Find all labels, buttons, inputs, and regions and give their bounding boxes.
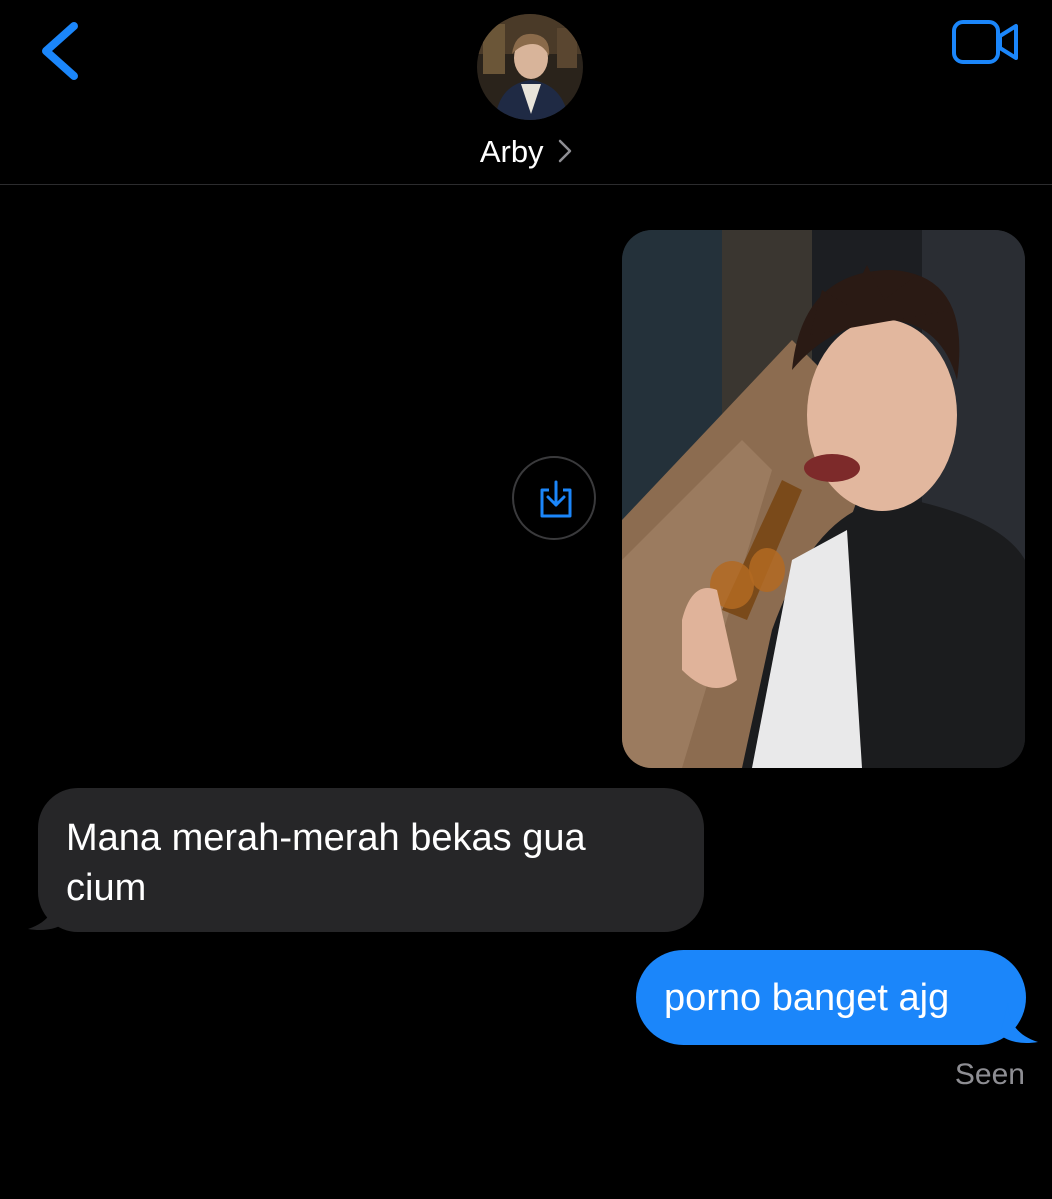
incoming-message-bubble[interactable]: Mana merah-merah bekas gua cium <box>38 788 704 932</box>
photo-message[interactable] <box>622 230 1025 768</box>
contact-name: Arby <box>479 134 544 169</box>
back-button[interactable] <box>36 20 86 84</box>
download-icon <box>540 480 572 518</box>
contact-name-button[interactable]: Arby <box>0 134 1052 170</box>
incoming-bubble-tail <box>28 888 68 931</box>
chevron-left-icon <box>42 22 78 80</box>
conversation-header: Arby <box>0 0 1052 185</box>
video-camera-icon <box>952 20 1018 64</box>
save-photo-button[interactable] <box>512 456 596 540</box>
read-receipt: Seen <box>954 1058 1025 1091</box>
message-text: Mana merah-merah bekas gua cium <box>66 817 586 909</box>
chevron-right-icon <box>558 139 572 163</box>
outgoing-message-bubble[interactable]: porno banget ajg <box>636 950 1026 1045</box>
facetime-video-button[interactable] <box>950 18 1022 66</box>
outgoing-bubble-tail <box>1000 1003 1038 1044</box>
message-text: porno banget ajg <box>664 977 950 1019</box>
contact-avatar[interactable] <box>477 14 583 120</box>
